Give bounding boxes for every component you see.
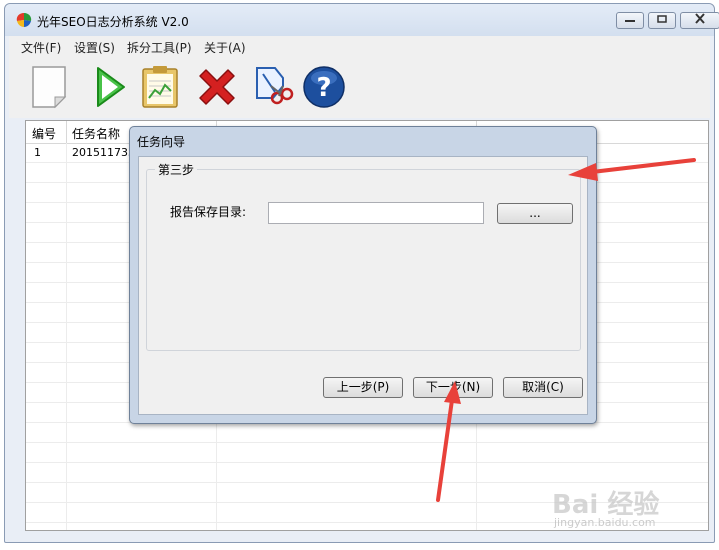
cell-task-name: 201511733	[72, 146, 135, 159]
close-icon	[695, 13, 705, 24]
menu-about[interactable]: 关于(A)	[204, 39, 246, 56]
next-step-button[interactable]: 下一步(N)	[413, 377, 493, 398]
cell-id: 1	[34, 146, 41, 159]
menu-bar: 文件(F) 设置(S) 拆分工具(P) 关于(A)	[9, 36, 710, 56]
new-document-icon[interactable]	[27, 64, 73, 110]
step-group: 第三步 报告保存目录: ...	[146, 161, 581, 351]
menu-file[interactable]: 文件(F)	[21, 39, 61, 56]
baidu-watermark: Bai 经验 jingyan.baidu.com	[552, 484, 712, 532]
minimize-button[interactable]	[616, 12, 644, 29]
toolbar: ?	[9, 56, 710, 118]
step-label: 第三步	[155, 161, 198, 178]
svg-text:?: ?	[316, 73, 331, 103]
clipboard-chart-icon[interactable]	[137, 64, 183, 110]
restore-icon	[657, 15, 667, 23]
browse-button[interactable]: ...	[497, 203, 573, 224]
scissors-split-icon[interactable]	[249, 64, 295, 110]
delete-x-icon[interactable]	[194, 64, 240, 110]
help-icon[interactable]: ?	[301, 64, 347, 110]
report-dir-label: 报告保存目录:	[170, 205, 247, 219]
prev-step-button[interactable]: 上一步(P)	[323, 377, 403, 398]
close-button[interactable]	[680, 12, 719, 29]
menu-split-tools[interactable]: 拆分工具(P)	[127, 39, 192, 56]
maximize-button[interactable]	[648, 12, 676, 29]
column-header-id[interactable]: 编号	[32, 125, 56, 142]
app-logo-icon	[16, 13, 32, 27]
column-header-task-name[interactable]: 任务名称	[72, 125, 120, 142]
play-icon[interactable]	[87, 64, 133, 110]
dialog-body: 第三步 报告保存目录: ... 上一步(P) 下一步(N) 取消(C)	[138, 156, 588, 415]
report-dir-input[interactable]	[268, 202, 484, 224]
watermark-url: jingyan.baidu.com	[554, 516, 656, 529]
menu-settings[interactable]: 设置(S)	[74, 39, 115, 56]
minimize-icon	[625, 20, 635, 22]
task-wizard-dialog: 任务向导 第三步 报告保存目录: ... 上一步(P) 下一步(N) 取消(C)	[129, 126, 597, 424]
window-title: 光年SEO日志分析系统 V2.0	[37, 15, 189, 29]
cancel-button[interactable]: 取消(C)	[503, 377, 583, 398]
dialog-title: 任务向导	[137, 135, 186, 149]
title-bar: 光年SEO日志分析系统 V2.0	[5, 4, 719, 36]
